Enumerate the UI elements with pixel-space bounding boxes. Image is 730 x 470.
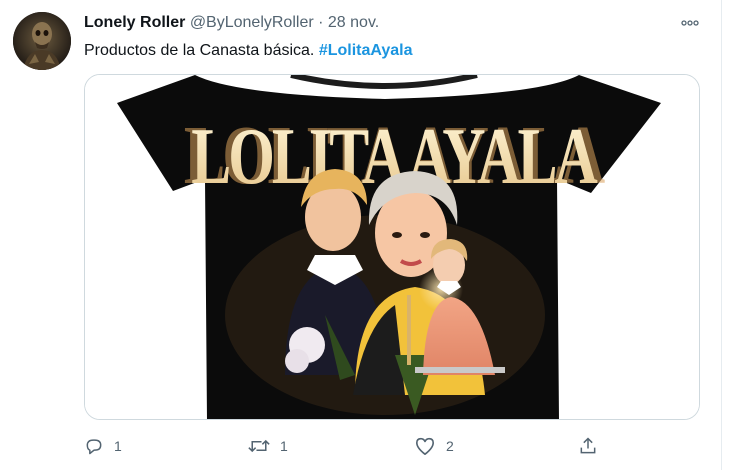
heart-icon [416, 437, 434, 455]
more-options-icon[interactable] [679, 14, 701, 32]
share-button[interactable] [578, 432, 598, 460]
avatar[interactable] [13, 12, 71, 70]
reply-count: 1 [114, 438, 122, 454]
user-handle[interactable]: @ByLonelyRoller [190, 14, 314, 31]
tweet-actions: 1 1 2 [84, 432, 644, 460]
hashtag-link[interactable]: #LolitaAyala [319, 42, 413, 59]
share-icon [580, 437, 596, 454]
tweet-text: Productos de la Canasta básica. #LolitaA… [84, 40, 412, 62]
display-name[interactable]: Lonely Roller [84, 14, 185, 31]
retweet-button[interactable]: 1 [248, 432, 288, 460]
retweet-icon [248, 439, 270, 453]
like-button[interactable]: 2 [414, 432, 454, 460]
retweet-count: 1 [280, 438, 288, 454]
avatar-image [13, 12, 71, 70]
tweet-media-image[interactable]: LOLITA AYALA LOLITA AYALA [84, 74, 700, 420]
reply-button[interactable]: 1 [84, 432, 122, 460]
separator-dot: · [318, 14, 324, 31]
tweet-body: Productos de la Canasta básica. [84, 42, 315, 59]
timeline-divider [721, 0, 722, 470]
tweet-header: Lonely Roller @ByLonelyRoller · 28 nov. [84, 13, 379, 33]
tweet-card[interactable]: Lonely Roller @ByLonelyRoller · 28 nov. … [0, 0, 730, 470]
tshirt-photo: LOLITA AYALA LOLITA AYALA [85, 75, 699, 419]
tweet-date[interactable]: 28 nov. [328, 14, 379, 31]
like-count: 2 [446, 438, 454, 454]
reply-icon [86, 439, 102, 455]
